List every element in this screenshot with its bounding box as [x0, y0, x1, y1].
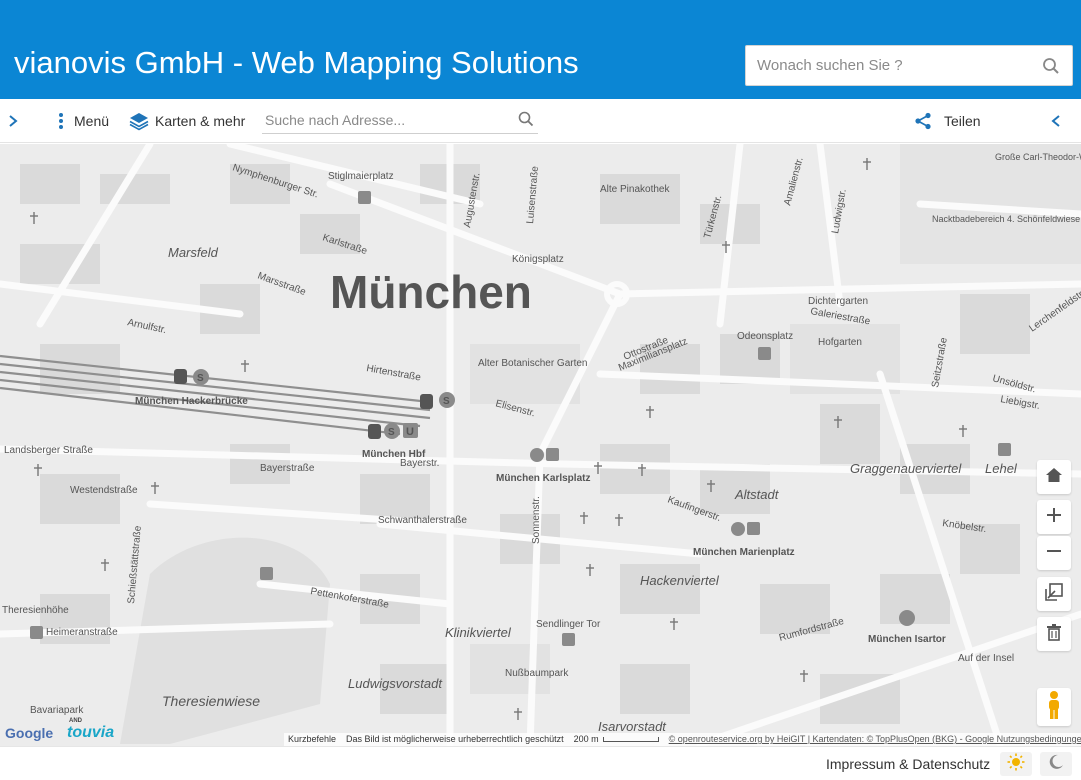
more-vertical-icon [58, 112, 64, 130]
street-label: Luisenstraße [525, 165, 541, 224]
street-label: Alter Botanischer Garten [478, 358, 588, 369]
layers-icon [129, 111, 149, 131]
street-view-button[interactable] [1037, 688, 1071, 726]
home-button[interactable] [1037, 460, 1071, 494]
district-label: Graggenauerviertel [850, 461, 962, 476]
street-label: Odeonsplatz [737, 331, 793, 342]
street-label: Arnulfstr. [126, 317, 167, 336]
copyright-note: Das Bild ist möglicherweise urheberrecht… [346, 734, 564, 744]
district-label: Klinikviertel [445, 625, 512, 640]
credits-link[interactable]: © openrouteservice.org by HeiGIT | Karte… [669, 733, 1081, 746]
map-attribution: Kurzbefehle Das Bild ist möglicherweise … [284, 733, 1081, 746]
district-label: Altstadt [734, 487, 780, 502]
imprint-link[interactable]: Impressum & Datenschutz [826, 756, 990, 772]
street-label: Sonnenstr. [531, 496, 542, 544]
street-label: Nußbaumpark [505, 668, 569, 679]
district-label: Theresienwiese [162, 693, 260, 709]
app-header: vianovis GmbH - Web Mapping Solutions [0, 0, 1081, 99]
map-base-layer: München Marsfeld Altstadt Hackenviertel … [0, 144, 1081, 746]
touvia-logo: touvia [67, 724, 115, 741]
global-search [745, 45, 1073, 86]
district-label: Marsfeld [168, 245, 219, 260]
street-view-icon [1046, 690, 1062, 725]
street-label: Stiglmaierplatz [328, 171, 394, 182]
sun-icon [1007, 753, 1025, 776]
global-search-input[interactable] [746, 46, 1036, 85]
svg-text:U: U [406, 426, 414, 438]
street-label: Schießstättstraße [126, 525, 144, 604]
street-label: Liebigstr. [999, 394, 1040, 412]
zoom-in-icon [1046, 507, 1062, 528]
street-label: Hirtenstraße [365, 363, 422, 383]
street-label: Schwanthalerstraße [378, 515, 467, 526]
street-label: Dichtergarten [808, 296, 868, 307]
street-label: Landsberger Straße [4, 445, 93, 456]
street-label: Große Carl-Theodor-Wiese [995, 152, 1081, 162]
street-label: Amalienstr. [782, 156, 805, 207]
street-label: Bavariapark [30, 705, 84, 716]
expand-sidebar-button[interactable] [6, 99, 20, 143]
map-canvas[interactable]: München Marsfeld Altstadt Hackenviertel … [0, 144, 1081, 746]
menu-button[interactable]: Menü [58, 99, 109, 143]
district-label: Isarvorstadt [598, 719, 667, 734]
share-icon [914, 112, 932, 130]
light-mode-button[interactable] [1000, 752, 1032, 776]
svg-text:S: S [197, 373, 204, 384]
maps-layers-button[interactable]: Karten & mehr [129, 99, 245, 143]
city-label: München [330, 266, 532, 318]
district-label: Hackenviertel [640, 573, 720, 588]
home-icon [1045, 466, 1063, 489]
collapse-panel-button[interactable] [1049, 99, 1063, 143]
street-label: Theresienhöhe [2, 605, 69, 616]
street-label: Westendstraße [70, 485, 138, 496]
station-label: München Karlsplatz [496, 473, 590, 484]
station-label: München Hackerbrücke [135, 396, 248, 407]
station-label: München Hbf [362, 449, 426, 460]
google-logo: Google [5, 725, 54, 741]
moon-icon [1048, 754, 1064, 775]
district-label: Ludwigsvorstadt [348, 676, 443, 691]
station-label: München Isartor [868, 634, 946, 645]
map-toolbar: Menü Karten & mehr Teilen [0, 99, 1081, 143]
svg-text:S: S [443, 396, 450, 407]
share-label: Teilen [944, 113, 981, 129]
street-label: Sendlinger Tor [536, 619, 601, 630]
zoom-out-icon [1046, 543, 1062, 564]
street-label: Nacktbadebereich 4. Schönfeldwiese [932, 214, 1080, 224]
street-label: Marsstraße [256, 270, 308, 298]
street-label: Ludwigstr. [830, 188, 849, 234]
street-label: Hofgarten [818, 337, 862, 348]
address-search [262, 106, 538, 134]
search-icon[interactable] [518, 111, 534, 132]
street-label: Auf der Insel [958, 653, 1014, 664]
address-search-input[interactable] [262, 106, 510, 133]
menu-label: Menü [74, 113, 110, 129]
maps-layers-label: Karten & mehr [155, 113, 246, 129]
zoom-in-button[interactable] [1037, 500, 1071, 534]
share-button[interactable]: Teilen [914, 99, 981, 143]
street-label: Lerchenfeldstr. [1027, 288, 1081, 335]
scale-label: 200 m [573, 734, 599, 744]
shortcuts-link[interactable]: Kurzbefehle [288, 733, 336, 746]
scale-bar: 200 m [574, 733, 659, 746]
search-icon[interactable] [1042, 57, 1060, 75]
svg-text:S: S [388, 427, 395, 438]
street-label: Seitzstraße [930, 336, 950, 388]
street-label: Königsplatz [512, 254, 564, 265]
app-footer: Impressum & Datenschutz [0, 746, 1081, 780]
district-label: Lehel [985, 461, 1018, 476]
app-title: vianovis GmbH - Web Mapping Solutions [14, 45, 579, 80]
chevron-left-icon [1049, 114, 1063, 128]
station-label: München Marienplatz [693, 547, 795, 558]
street-label: Alte Pinakothek [600, 184, 670, 195]
chevron-right-icon [6, 114, 20, 128]
street-label: Bayerstraße [260, 463, 315, 474]
trash-icon [1046, 623, 1062, 646]
fullscreen-icon [1045, 582, 1063, 606]
street-label: Heimeranstraße [46, 627, 118, 638]
dark-mode-button[interactable] [1040, 752, 1072, 776]
zoom-out-button[interactable] [1037, 536, 1071, 570]
fullscreen-button[interactable] [1037, 577, 1071, 611]
clear-button[interactable] [1037, 617, 1071, 651]
